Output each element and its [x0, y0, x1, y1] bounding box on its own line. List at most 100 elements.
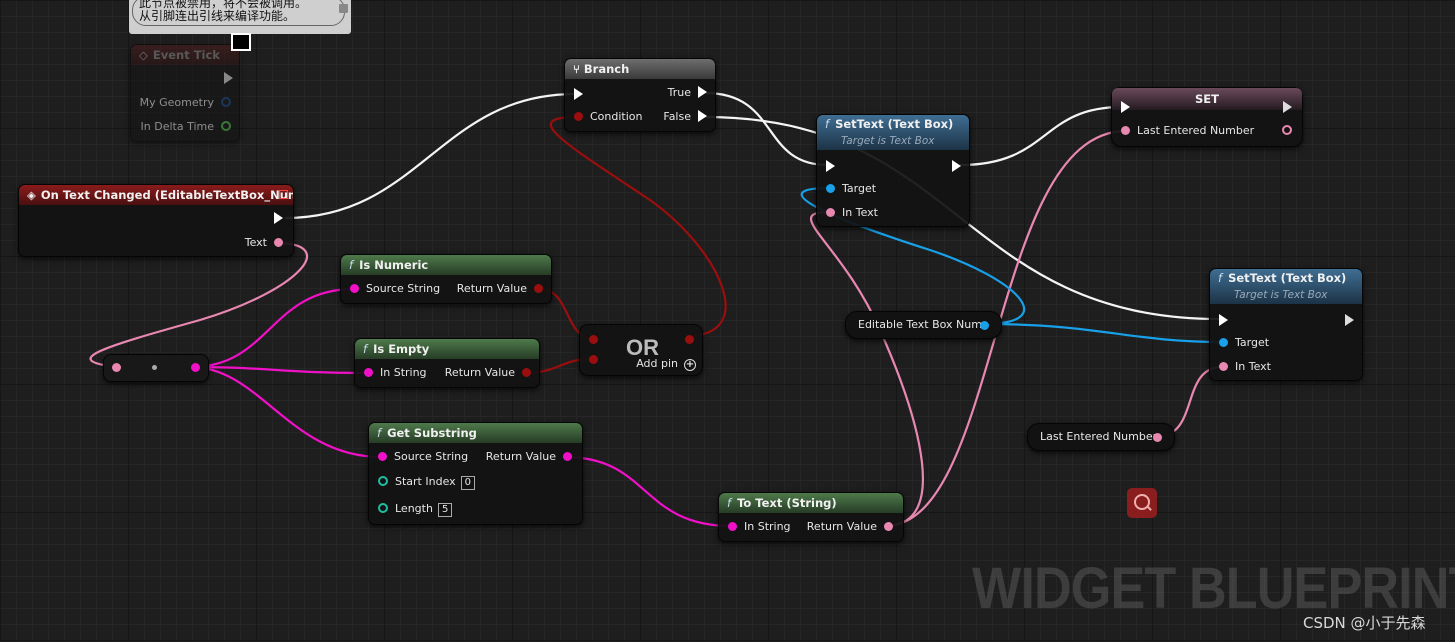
exec-wire-settext1-to-set: [959, 105, 1123, 167]
settext-2-exec-in[interactable]: [1219, 313, 1235, 329]
get-substring-return-out[interactable]: Return Value: [486, 449, 572, 465]
string-wire-reroute-to-isnumeric: [190, 287, 355, 369]
branch-false-out[interactable]: False: [663, 109, 707, 125]
is-numeric-source-string-in[interactable]: Source String: [350, 281, 440, 297]
set-var-out[interactable]: [1275, 123, 1292, 139]
set-exec-in[interactable]: [1121, 100, 1137, 116]
pin-text-out[interactable]: Text: [245, 235, 283, 251]
function-icon: f: [377, 426, 382, 440]
is-empty-node[interactable]: f Is Empty In String Return Value: [354, 338, 540, 388]
or-output[interactable]: [685, 332, 694, 348]
pin-label: False: [663, 110, 691, 123]
branch-icon: ⑂: [573, 62, 580, 76]
is-empty-return-out[interactable]: Return Value: [445, 365, 531, 381]
settext-1-exec-out[interactable]: [945, 159, 961, 175]
settext-2-subtitle: Target is Text Box: [1234, 289, 1328, 301]
pin-label: Return Value: [485, 450, 556, 463]
pin-label: Start Index: [395, 475, 456, 488]
on-text-changed-exec-out[interactable]: [267, 211, 283, 227]
pin-label: In Text: [842, 206, 878, 219]
pin-label: Return Value: [444, 366, 515, 379]
on-text-changed-node[interactable]: ◈ On Text Changed (EditableTextBox_Num) T…: [18, 184, 294, 257]
is-numeric-header: f Is Numeric: [341, 255, 551, 275]
is-numeric-return-out[interactable]: Return Value: [457, 281, 543, 297]
settext-1-exec-in[interactable]: [826, 159, 842, 175]
exec-pin-icon: [1219, 314, 1228, 326]
settext-node-1[interactable]: f SetText (Text Box) Target is Text Box T…: [816, 114, 970, 227]
save-icon: [339, 4, 348, 13]
is-empty-in-string-in[interactable]: In String: [364, 365, 427, 381]
settext-2-target-in[interactable]: Target: [1219, 335, 1269, 351]
set-last-entered-node[interactable]: SET Last Entered Number: [1111, 87, 1303, 147]
bool-pin-icon: [534, 283, 543, 293]
pin-label: True: [667, 86, 691, 99]
exec-pin-icon: [826, 160, 835, 172]
get-substring-source-string-in[interactable]: Source String: [378, 449, 468, 465]
exec-pin-icon: [574, 88, 583, 100]
branch-exec-in[interactable]: [574, 87, 590, 103]
pin-label: Text: [244, 236, 267, 249]
pin-my-geometry[interactable]: My Geometry: [140, 95, 231, 111]
to-text-in-string-in[interactable]: In String: [728, 519, 791, 535]
settext-1-target-in[interactable]: Target: [826, 181, 876, 197]
branch-node[interactable]: ⑂ Branch True Condition False: [564, 58, 716, 132]
is-numeric-node[interactable]: f Is Numeric Source String Return Value: [340, 254, 552, 304]
or-input-a[interactable]: [589, 332, 598, 348]
branch-title: Branch: [583, 62, 630, 76]
length-input[interactable]: 5: [437, 503, 453, 517]
to-text-return-out[interactable]: Return Value: [807, 519, 893, 535]
pin-in-delta-time[interactable]: In Delta Time: [141, 119, 231, 135]
set-var-in[interactable]: Last Entered Number: [1121, 123, 1254, 139]
or-input-b[interactable]: [589, 352, 598, 368]
object-pin-icon: [1219, 337, 1228, 347]
is-empty-header: f Is Empty: [355, 339, 539, 359]
tooltip-bubble: 此节点被禁用，将不会被调用。 从引脚连出引线来编译功能。: [132, 0, 345, 26]
text-wire-totext-to-settext1: [809, 210, 925, 528]
pin-label: Source String: [394, 450, 469, 463]
exec-wire-event-to-branch: [284, 92, 576, 220]
search-button[interactable]: [1127, 488, 1157, 518]
function-icon: f: [363, 342, 368, 356]
bool-pin-icon: [589, 354, 598, 364]
exec-pin-icon: [952, 160, 961, 172]
editable-text-box-num-getter[interactable]: Editable Text Box Num: [845, 311, 1002, 339]
exec-pin-icon: [1121, 101, 1130, 113]
reroute-node[interactable]: [103, 354, 209, 382]
or-node[interactable]: OR Add pin +: [579, 324, 703, 376]
pin-label: Last Entered Number: [1137, 124, 1255, 137]
to-text-node[interactable]: f To Text (String) In String Return Value: [718, 492, 904, 542]
pin-label: In String: [744, 520, 791, 533]
function-icon: f: [1218, 271, 1223, 285]
add-pin-icon: +: [684, 359, 696, 371]
last-entered-number-getter[interactable]: Last Entered Number: [1027, 423, 1175, 451]
get-substring-length-in[interactable]: Length 5: [378, 501, 453, 517]
string-wire-reroute-to-getsubstring: [190, 365, 382, 459]
event-tick-node[interactable]: ◇ Event Tick My Geometry In Delta Time: [130, 44, 240, 142]
start-index-input[interactable]: 0: [460, 476, 476, 490]
settext-1-in-text-in[interactable]: In Text: [826, 205, 878, 221]
blueprint-graph-canvas[interactable]: 此节点被禁用，将不会被调用。 从引脚连出引线来编译功能。 ◇ Event Tick…: [0, 0, 1455, 642]
bool-pin-icon: [574, 111, 583, 121]
settext-2-title: SetText (Text Box): [1228, 271, 1347, 285]
set-exec-out[interactable]: [1276, 100, 1292, 116]
int-pin-icon: [378, 503, 388, 513]
settext-node-2[interactable]: f SetText (Text Box) Target is Text Box T…: [1209, 268, 1363, 381]
settext-2-in-text-in[interactable]: In Text: [1219, 359, 1271, 375]
credit-text: CSDN @小于先森: [1303, 614, 1426, 632]
delegate-icon: [279, 190, 288, 199]
string-pin-icon: [563, 451, 572, 461]
get-substring-node[interactable]: f Get Substring Source String Return Valu…: [368, 422, 583, 525]
branch-condition-in[interactable]: Condition: [574, 109, 643, 125]
event-icon: ◈: [27, 188, 36, 202]
or-add-pin-button[interactable]: Add pin +: [636, 356, 696, 372]
branch-true-out[interactable]: True: [668, 85, 707, 101]
pin-label: My Geometry: [139, 96, 214, 109]
event-tick-exec-out[interactable]: [217, 71, 233, 87]
pin-label: Source String: [366, 282, 441, 295]
settext-2-exec-out[interactable]: [1338, 313, 1354, 329]
int-pin-icon: [378, 476, 388, 486]
set-title: SET: [1195, 92, 1219, 106]
get-substring-start-index-in[interactable]: Start Index 0: [378, 474, 476, 490]
text-pin-icon: [112, 363, 121, 372]
text-pin-icon: [1282, 125, 1292, 135]
